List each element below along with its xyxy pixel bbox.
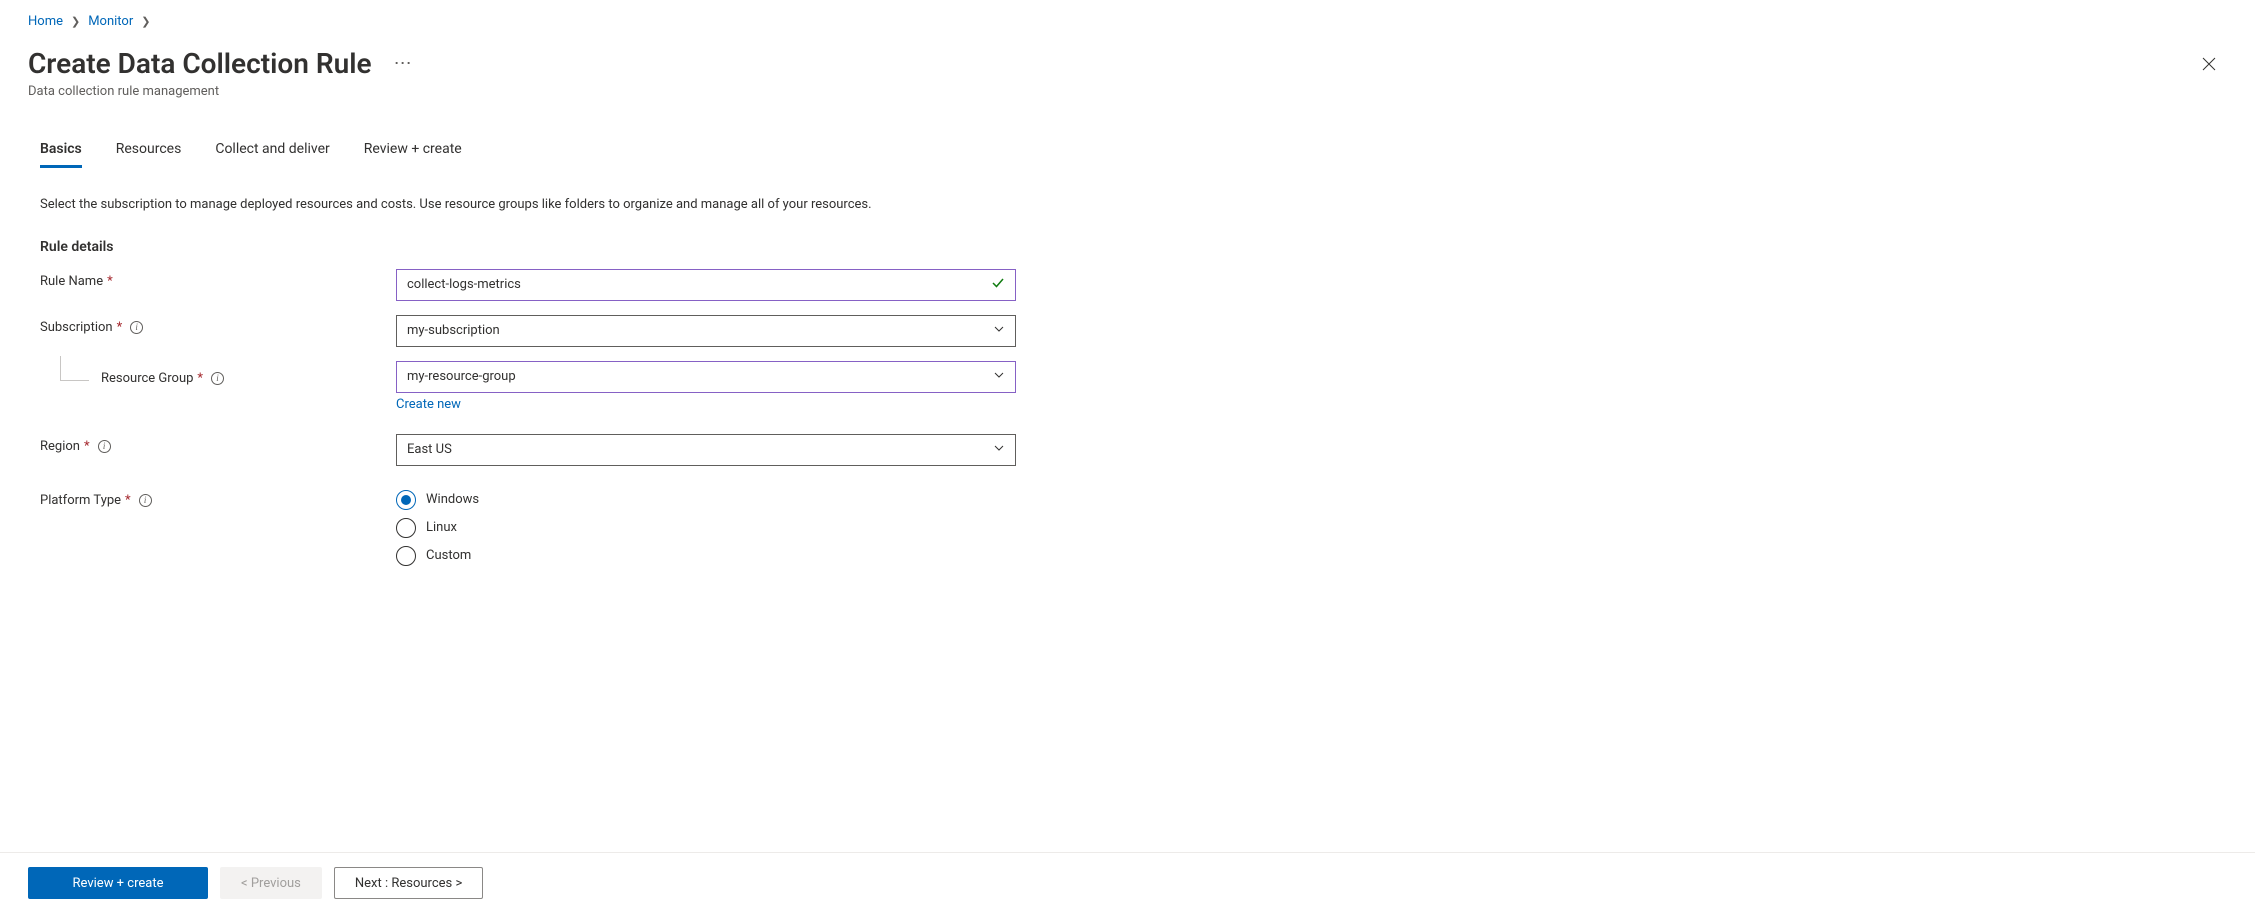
review-create-button[interactable]: Review + create [28,867,208,899]
page-subtitle: Data collection rule management [0,80,2255,99]
section-rule-details: Rule details [40,239,2255,255]
subscription-select[interactable]: my-subscription [396,315,1016,347]
form: Rule Name * collect-logs-metrics Subscri… [40,269,1060,566]
info-icon[interactable]: i [130,321,143,334]
chevron-down-icon [993,369,1005,385]
platform-type-radio-group: Windows Linux Custom [396,488,1016,566]
required-marker: * [117,320,123,335]
label-subscription: Subscription * i [40,315,396,335]
more-actions-button[interactable]: ⋯ [394,53,414,74]
radio-label: Custom [426,548,471,563]
select-value: my-resource-group [407,369,516,384]
chevron-right-icon: ❯ [71,15,80,28]
resource-group-select[interactable]: my-resource-group [396,361,1016,393]
tab-collect-deliver[interactable]: Collect and deliver [215,141,329,168]
required-marker: * [197,371,203,386]
radio-linux[interactable]: Linux [396,518,1016,538]
chevron-down-icon [993,323,1005,339]
chevron-right-icon: ❯ [141,15,150,28]
tab-review-create[interactable]: Review + create [364,141,462,168]
row-rule-name: Rule Name * collect-logs-metrics [40,269,1060,301]
tab-resources[interactable]: Resources [116,141,182,168]
breadcrumb-monitor[interactable]: Monitor [88,14,133,29]
label-text: Rule Name [40,274,103,289]
select-value: East US [407,442,452,457]
checkmark-icon [991,276,1005,294]
region-select[interactable]: East US [396,434,1016,466]
row-resource-group: Resource Group * i my-resource-group Cre… [40,361,1060,412]
create-new-link[interactable]: Create new [396,397,461,412]
radio-icon [396,546,416,566]
close-icon [2202,57,2216,71]
label-text: Region [40,439,80,454]
previous-button: < Previous [220,867,322,899]
required-marker: * [107,274,113,289]
label-rule-name: Rule Name * [40,269,396,289]
page-title: Create Data Collection Rule [28,47,372,80]
label-text: Subscription [40,320,113,335]
tabs: Basics Resources Collect and deliver Rev… [40,141,2255,168]
label-text: Resource Group [101,371,193,386]
footer-bar: Review + create < Previous Next : Resour… [0,852,2255,913]
radio-icon [396,518,416,538]
radio-icon [396,490,416,510]
rule-name-input[interactable]: collect-logs-metrics [396,269,1016,301]
label-text: Platform Type [40,493,121,508]
label-resource-group: Resource Group * i [40,361,396,391]
close-button[interactable] [2193,48,2225,80]
next-button[interactable]: Next : Resources > [334,867,483,899]
radio-windows[interactable]: Windows [396,490,1016,510]
info-icon[interactable]: i [211,372,224,385]
radio-custom[interactable]: Custom [396,546,1016,566]
required-marker: * [84,439,90,454]
tab-description: Select the subscription to manage deploy… [40,196,970,215]
info-icon[interactable]: i [139,494,152,507]
title-row: Create Data Collection Rule ⋯ [0,29,2255,80]
row-platform-type: Platform Type * i Windows Linux Custom [40,488,1060,566]
breadcrumb-home[interactable]: Home [28,14,63,29]
tab-basics[interactable]: Basics [40,141,82,168]
row-region: Region * i East US [40,434,1060,466]
label-platform-type: Platform Type * i [40,488,396,508]
input-value: collect-logs-metrics [407,277,521,292]
required-marker: * [125,493,131,508]
radio-label: Windows [426,492,479,507]
label-region: Region * i [40,434,396,454]
select-value: my-subscription [407,323,500,338]
chevron-down-icon [993,442,1005,458]
row-subscription: Subscription * i my-subscription [40,315,1060,347]
radio-label: Linux [426,520,457,535]
info-icon[interactable]: i [98,440,111,453]
breadcrumb: Home ❯ Monitor ❯ [0,0,2255,29]
